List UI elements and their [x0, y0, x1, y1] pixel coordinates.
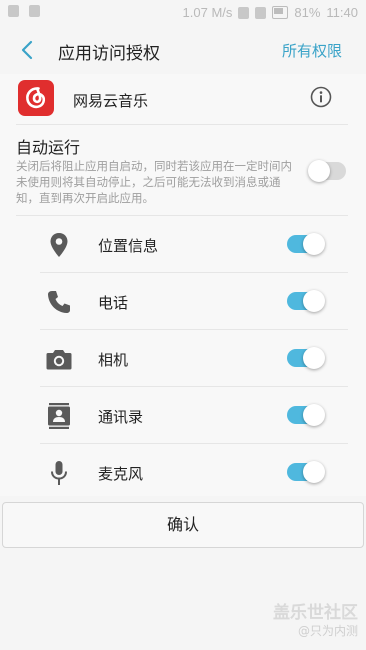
- watermark-subtitle: @只为内测: [297, 624, 358, 638]
- toggle-knob: [303, 404, 325, 426]
- status-bar: 1.07 M/s 81% 11:40: [0, 0, 366, 26]
- toggle-knob: [303, 233, 325, 255]
- permission-label: 麦克风: [98, 465, 144, 483]
- phone-icon: [48, 291, 70, 313]
- microphone-toggle[interactable]: [287, 461, 325, 483]
- back-icon[interactable]: [16, 38, 40, 62]
- camera-icon: [46, 350, 72, 370]
- permission-row-microphone: 麦克风: [0, 444, 366, 500]
- confirm-button[interactable]: 确认: [2, 502, 364, 548]
- location-pin-icon: [50, 233, 68, 257]
- signal-icon: [255, 6, 267, 19]
- auto-run-title: 自动运行: [16, 138, 81, 157]
- toggle-knob: [303, 347, 325, 369]
- app-logo: [18, 80, 54, 116]
- toggle-knob: [308, 160, 330, 182]
- battery-level: 81%: [294, 5, 321, 20]
- microphone-icon: [51, 461, 67, 485]
- app-row: 网易云音乐: [0, 74, 366, 124]
- notification-icon: [29, 5, 40, 17]
- battery-icon: [272, 6, 289, 19]
- all-permissions-link[interactable]: 所有权限: [282, 40, 342, 61]
- watermark-title: 盖乐世社区: [273, 603, 358, 623]
- netease-music-icon: [26, 87, 46, 109]
- permission-label: 通讯录: [98, 408, 144, 426]
- camera-toggle[interactable]: [287, 347, 325, 369]
- toggle-knob: [303, 290, 325, 312]
- page-title: 应用访问授权: [58, 44, 160, 64]
- permission-row-location: 位置信息: [0, 216, 366, 272]
- permission-row-camera: 相机: [0, 330, 366, 386]
- status-left: [8, 5, 40, 17]
- permission-row-phone: 电话: [0, 273, 366, 329]
- permission-row-contacts: 通讯录: [0, 387, 366, 443]
- permission-label: 位置信息: [98, 237, 159, 255]
- app-bar: 应用访问授权 所有权限: [0, 26, 366, 74]
- contacts-icon: [48, 403, 70, 429]
- permission-label: 电话: [98, 294, 129, 312]
- app-name: 网易云音乐: [73, 92, 149, 110]
- phone-toggle[interactable]: [287, 290, 325, 312]
- divider: [16, 124, 348, 125]
- network-speed: 1.07 M/s: [182, 5, 233, 20]
- permission-label: 相机: [98, 351, 129, 369]
- contacts-toggle[interactable]: [287, 404, 325, 426]
- status-right: 1.07 M/s 81% 11:40: [183, 5, 358, 20]
- permission-card: 网易云音乐 自动运行 关闭后将阻止应用自启动，同时若该应用在一定时间内未使用则将…: [0, 74, 366, 496]
- download-icon: [8, 5, 19, 17]
- location-toggle[interactable]: [287, 233, 325, 255]
- wifi-icon: [238, 6, 250, 19]
- auto-run-description: 关闭后将阻止应用自启动，同时若该应用在一定时间内未使用则将其自动停止，之后可能无…: [16, 159, 292, 205]
- toggle-knob: [303, 461, 325, 483]
- clock: 11:40: [326, 5, 358, 20]
- auto-run-toggle[interactable]: [308, 160, 346, 182]
- info-icon[interactable]: [310, 86, 332, 108]
